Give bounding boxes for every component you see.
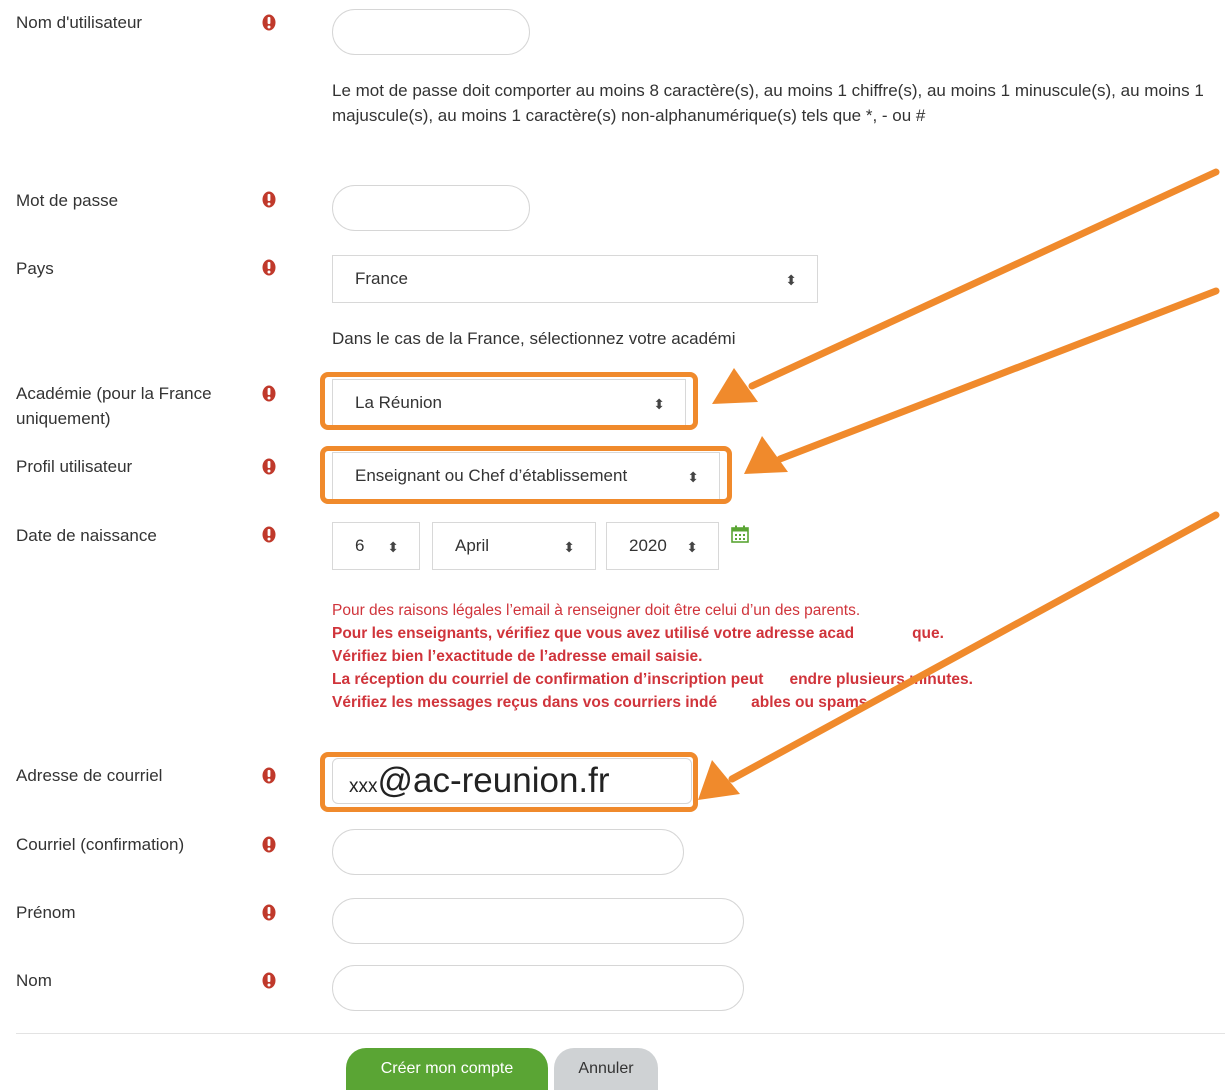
country-label: Pays (16, 259, 54, 278)
select-arrows-icon: ⬍ (686, 539, 698, 555)
birth-month-value: April (455, 536, 490, 555)
birth-day-select[interactable]: 6 ⬍ (332, 522, 420, 570)
username-input[interactable] (332, 9, 530, 55)
select-arrows-icon: ⬍ (563, 539, 575, 555)
country-value: France (355, 269, 408, 288)
form-divider (16, 1033, 1225, 1034)
password-input[interactable] (332, 185, 530, 231)
required-icon (262, 526, 276, 543)
required-icon (262, 836, 276, 853)
password-label: Mot de passe (16, 191, 119, 210)
create-account-button[interactable]: Créer mon compte (346, 1048, 548, 1090)
required-icon (262, 191, 276, 208)
country-hint: Dans le cas de la France, sélectionnez v… (332, 329, 736, 348)
required-icon (262, 972, 276, 989)
required-icon (262, 458, 276, 475)
required-icon (262, 259, 276, 276)
birthdate-label: Date de naissance (16, 526, 157, 545)
email-note: Pour des raisons légales l’email à rense… (332, 602, 861, 619)
email-label: Adresse de courriel (16, 766, 163, 785)
email-confirm-label: Courriel (confirmation) (16, 835, 185, 854)
email-note: Vérifiez les messages reçus dans vos cou… (332, 694, 872, 711)
required-icon (262, 385, 276, 402)
password-hint: Le mot de passe doit comporter au moins … (332, 81, 1204, 125)
birth-day-value: 6 (355, 536, 365, 555)
academy-label: Académie (pour la France uniquement) (16, 381, 212, 431)
highlight-box (320, 752, 698, 812)
arrow-to-profile (776, 287, 1220, 463)
arrowhead (698, 760, 740, 800)
arrow-to-academy (748, 168, 1220, 390)
arrowhead (712, 368, 758, 404)
academy-label-line1: Académie (pour la France (16, 384, 212, 403)
lastname-input[interactable] (332, 965, 744, 1011)
country-select[interactable]: France ⬍ (332, 255, 818, 303)
birth-month-select[interactable]: April ⬍ (432, 522, 596, 570)
required-icon (262, 767, 276, 784)
required-icon (262, 14, 276, 31)
email-confirm-input[interactable] (332, 829, 684, 875)
birth-year-select[interactable]: 2020 ⬍ (606, 522, 719, 570)
select-arrows-icon: ⬍ (785, 272, 797, 288)
highlight-box (320, 372, 698, 430)
firstname-input[interactable] (332, 898, 744, 944)
email-note: La réception du courriel de confirmation… (332, 671, 973, 688)
email-note: Vérifiez bien l’exactitude de l’adresse … (332, 648, 703, 665)
highlight-box (320, 446, 732, 504)
birth-year-value: 2020 (629, 536, 667, 555)
academy-label-line2: uniquement) (16, 409, 111, 428)
email-warning-notes: Pour des raisons légales l’email à rense… (332, 599, 973, 714)
email-note: Pour les enseignants, vérifiez que vous … (332, 625, 944, 642)
cancel-button[interactable]: Annuler (554, 1048, 658, 1090)
arrowhead (744, 436, 788, 474)
profile-label: Profil utilisateur (16, 457, 133, 476)
required-icon (262, 904, 276, 921)
firstname-label: Prénom (16, 903, 76, 922)
username-label: Nom d'utilisateur (16, 13, 143, 32)
lastname-label: Nom (16, 971, 52, 990)
select-arrows-icon: ⬍ (387, 539, 399, 555)
calendar-icon[interactable] (731, 525, 749, 543)
